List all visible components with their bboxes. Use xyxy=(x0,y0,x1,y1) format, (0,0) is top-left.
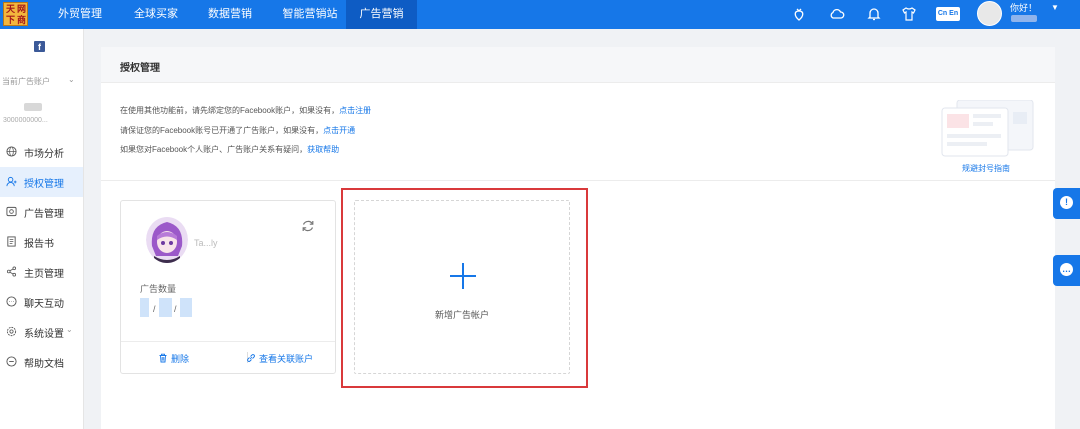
info-text: 请保证您的Facebook账号已开通了广告账户，如果没有， xyxy=(120,126,324,135)
facebook-icon[interactable]: f xyxy=(34,41,45,52)
shirt-icon[interactable] xyxy=(901,6,917,22)
nav-ad-marketing[interactable]: 广告营销 xyxy=(346,0,417,29)
user-icon xyxy=(6,176,17,187)
ad-count-value: / / xyxy=(140,298,192,317)
info-text: 如果您对Facebook个人账户、广告账户关系有疑问， xyxy=(120,145,308,154)
view-linked-label: 查看关联账户 xyxy=(259,354,314,364)
count-separator: / xyxy=(153,304,156,314)
floating-info-button[interactable]: ! xyxy=(1053,188,1080,219)
report-icon xyxy=(6,236,17,247)
sidebar-item-label: 聊天互动 xyxy=(24,299,64,310)
ban-avoidance-guide-link[interactable]: 规避封号指南 xyxy=(962,163,1010,174)
current-account-label[interactable]: 当前广告账户 xyxy=(2,76,50,87)
help-icon xyxy=(6,356,17,367)
account-id: 3000000000... xyxy=(3,117,48,124)
account-name: Ta...ly xyxy=(194,238,218,248)
sidebar-item-label: 授权管理 xyxy=(24,179,64,190)
sidebar-item-label: 广告管理 xyxy=(24,209,64,220)
panel-header: 授权管理 xyxy=(101,47,1055,83)
sidebar: f 当前广告账户 ⌄ 3000000000... 市场分析 授权管理 广告管理 … xyxy=(0,29,84,429)
logo-char: 天 xyxy=(6,4,16,14)
info-line: 请保证您的Facebook账号已开通了广告账户，如果没有，点击开通 xyxy=(120,125,355,136)
plus-icon xyxy=(450,263,476,289)
delete-button[interactable]: 删除 xyxy=(158,352,189,365)
share-icon xyxy=(6,266,17,277)
nav-data-marketing[interactable]: 数据营销 xyxy=(200,0,260,29)
floating-chat-button[interactable]: … xyxy=(1053,255,1080,286)
trash-icon xyxy=(159,353,167,363)
logo-char: 商 xyxy=(17,15,27,25)
bell-icon[interactable] xyxy=(866,6,882,22)
divider xyxy=(101,180,1055,181)
greeting-text: 你好！ xyxy=(1010,3,1038,13)
refresh-icon[interactable] xyxy=(301,219,315,233)
globe-icon xyxy=(6,146,17,157)
language-icon[interactable]: Cn En xyxy=(936,7,960,21)
gear-icon xyxy=(6,326,17,337)
chevron-down-icon: ⌄ xyxy=(66,325,73,334)
link-icon xyxy=(247,354,255,362)
register-link[interactable]: 点击注册 xyxy=(339,106,371,115)
cloud-icon[interactable] xyxy=(829,6,845,22)
chat-icon: … xyxy=(1060,263,1073,276)
account-name-redacted xyxy=(24,103,42,111)
sidebar-item-label: 帮助文档 xyxy=(24,359,64,370)
ad-account-card: Ta...ly 广告数量 / / 删除 查看关联账户 xyxy=(120,200,336,374)
ad-icon xyxy=(6,206,17,217)
sidebar-item-authorization[interactable]: 授权管理 xyxy=(0,167,83,197)
info-line: 在使用其他功能前，请先绑定您的Facebook账户，如果没有，点击注册 xyxy=(120,105,371,116)
authorization-panel: 授权管理 在使用其他功能前，请先绑定您的Facebook账户，如果没有，点击注册… xyxy=(101,47,1055,429)
nav-smart-site[interactable]: 智能营销站 xyxy=(275,0,345,29)
sidebar-item-settings[interactable]: 系统设置 ⌄ xyxy=(0,317,83,347)
info-text: 在使用其他功能前，请先绑定您的Facebook账户，如果没有， xyxy=(120,106,340,115)
redacted-value xyxy=(180,298,192,317)
info-icon: ! xyxy=(1060,196,1073,209)
card-divider xyxy=(121,341,335,342)
account-avatar xyxy=(146,216,188,263)
sidebar-item-label: 系统设置 xyxy=(24,329,64,340)
app-logo[interactable]: 天 下 网 商 xyxy=(3,2,28,26)
top-nav-bar: 天 下 网 商 外贸管理 全球买家 数据营销 智能营销站 广告营销 Cn En … xyxy=(0,0,1080,29)
get-help-link[interactable]: 获取帮助 xyxy=(307,145,339,154)
sidebar-item-label: 市场分析 xyxy=(24,149,64,160)
sidebar-item-chat[interactable]: 聊天互动 xyxy=(0,287,83,317)
logo-char: 下 xyxy=(6,15,16,25)
activate-link[interactable]: 点击开通 xyxy=(323,126,355,135)
redacted-value xyxy=(159,298,172,317)
nav-global-buyers[interactable]: 全球买家 xyxy=(126,0,186,29)
sidebar-item-help[interactable]: 帮助文档 xyxy=(0,347,83,377)
strawberry-icon[interactable] xyxy=(791,6,807,22)
sidebar-item-ad-management[interactable]: 广告管理 xyxy=(0,197,83,227)
user-avatar[interactable] xyxy=(977,1,1002,26)
sidebar-item-label: 主页管理 xyxy=(24,269,64,280)
add-account-label: 新增广告帐户 xyxy=(434,310,489,320)
view-linked-accounts-button[interactable]: 查看关联账户 xyxy=(246,352,313,365)
sidebar-item-reports[interactable]: 报告书 xyxy=(0,227,83,257)
page-title: 授权管理 xyxy=(120,63,160,74)
username-redacted xyxy=(1011,15,1037,22)
info-line: 如果您对Facebook个人账户、广告账户关系有疑问，获取帮助 xyxy=(120,144,339,155)
count-separator: / xyxy=(174,304,177,314)
chevron-down-icon[interactable]: ⌄ xyxy=(68,75,75,84)
nav-foreign-trade[interactable]: 外贸管理 xyxy=(50,0,110,29)
chat-icon xyxy=(6,296,17,307)
chevron-down-icon[interactable]: ▼ xyxy=(1051,3,1059,12)
logo-char: 网 xyxy=(17,4,27,14)
ad-count-label: 广告数量 xyxy=(140,284,177,294)
add-ad-account-button[interactable]: 新增广告帐户 xyxy=(354,200,570,374)
sidebar-item-market-analysis[interactable]: 市场分析 xyxy=(0,137,83,167)
sidebar-item-homepage[interactable]: 主页管理 xyxy=(0,257,83,287)
redacted-value xyxy=(140,298,149,317)
delete-label: 删除 xyxy=(171,354,190,364)
guide-illustration xyxy=(939,99,1035,158)
sidebar-item-label: 报告书 xyxy=(24,239,54,250)
